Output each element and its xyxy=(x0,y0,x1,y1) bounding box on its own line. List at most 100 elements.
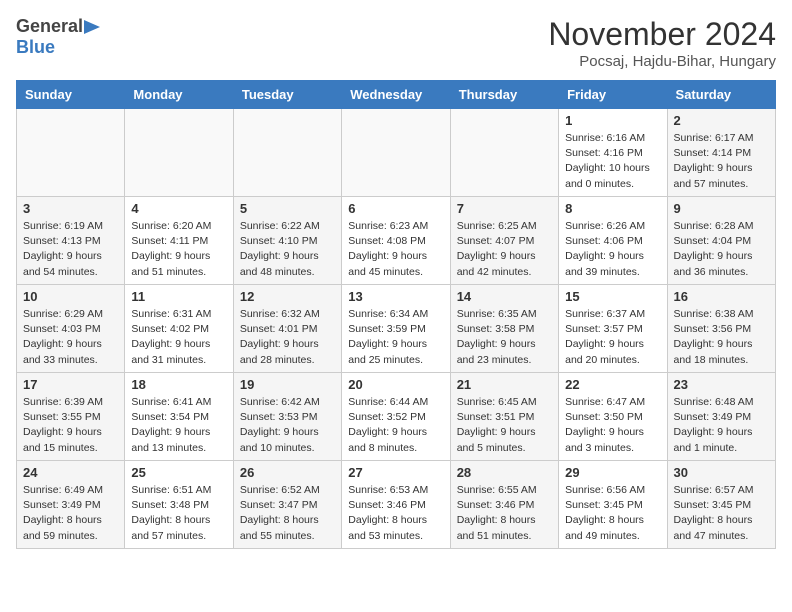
calendar-cell: 12 Sunrise: 6:32 AMSunset: 4:01 PMDayligh… xyxy=(233,285,341,373)
day-number: 17 xyxy=(23,377,118,392)
calendar-week-row: 10 Sunrise: 6:29 AMSunset: 4:03 PMDayligh… xyxy=(17,285,776,373)
calendar-cell xyxy=(342,109,450,197)
calendar-cell: 27 Sunrise: 6:53 AMSunset: 3:46 PMDayligh… xyxy=(342,461,450,549)
day-number: 11 xyxy=(131,289,226,304)
day-info: Sunrise: 6:20 AMSunset: 4:11 PMDaylight:… xyxy=(131,219,226,280)
day-number: 5 xyxy=(240,201,335,216)
column-header-wednesday: Wednesday xyxy=(342,81,450,109)
day-info: Sunrise: 6:32 AMSunset: 4:01 PMDaylight:… xyxy=(240,307,335,368)
calendar-cell: 5 Sunrise: 6:22 AMSunset: 4:10 PMDaylight… xyxy=(233,197,341,285)
column-header-tuesday: Tuesday xyxy=(233,81,341,109)
month-title: November 2024 xyxy=(548,16,776,53)
calendar-cell: 30Sunrise: 6:57 AMSunset: 3:45 PMDayligh… xyxy=(667,461,775,549)
day-info: Sunrise: 6:29 AMSunset: 4:03 PMDaylight:… xyxy=(23,307,118,368)
day-info: Sunrise: 6:48 AMSunset: 3:49 PMDaylight:… xyxy=(674,395,769,456)
calendar-cell: 22Sunrise: 6:47 AMSunset: 3:50 PMDayligh… xyxy=(559,373,667,461)
day-info: Sunrise: 6:53 AMSunset: 3:46 PMDaylight:… xyxy=(348,483,443,544)
day-info: Sunrise: 6:55 AMSunset: 3:46 PMDaylight:… xyxy=(457,483,552,544)
day-number: 30 xyxy=(674,465,769,480)
calendar-header-row: SundayMondayTuesdayWednesdayThursdayFrid… xyxy=(17,81,776,109)
calendar-cell: 24 Sunrise: 6:49 AMSunset: 3:49 PMDayligh… xyxy=(17,461,125,549)
day-number: 9 xyxy=(674,201,769,216)
calendar-cell: 3 Sunrise: 6:19 AMSunset: 4:13 PMDaylight… xyxy=(17,197,125,285)
page-header: General Blue November 2024 Pocsaj, Hajdu… xyxy=(16,16,776,70)
calendar-cell: 1 Sunrise: 6:16 AMSunset: 4:16 PMDaylight… xyxy=(559,109,667,197)
day-info: Sunrise: 6:45 AMSunset: 3:51 PMDaylight:… xyxy=(457,395,552,456)
calendar-cell: 18 Sunrise: 6:41 AMSunset: 3:54 PMDayligh… xyxy=(125,373,233,461)
day-number: 14 xyxy=(457,289,552,304)
location-subtitle: Pocsaj, Hajdu-Bihar, Hungary xyxy=(548,53,776,70)
day-info: Sunrise: 6:26 AMSunset: 4:06 PMDaylight:… xyxy=(565,219,660,280)
day-number: 26 xyxy=(240,465,335,480)
day-info: Sunrise: 6:17 AMSunset: 4:14 PMDaylight:… xyxy=(674,131,769,192)
calendar-week-row: 17 Sunrise: 6:39 AMSunset: 3:55 PMDayligh… xyxy=(17,373,776,461)
day-info: Sunrise: 6:49 AMSunset: 3:49 PMDaylight:… xyxy=(23,483,118,544)
calendar-cell: 25 Sunrise: 6:51 AMSunset: 3:48 PMDayligh… xyxy=(125,461,233,549)
calendar-week-row: 24 Sunrise: 6:49 AMSunset: 3:49 PMDayligh… xyxy=(17,461,776,549)
column-header-saturday: Saturday xyxy=(667,81,775,109)
logo-triangle-icon xyxy=(84,20,100,34)
calendar-cell: 15 Sunrise: 6:37 AMSunset: 3:57 PMDayligh… xyxy=(559,285,667,373)
day-number: 12 xyxy=(240,289,335,304)
column-header-friday: Friday xyxy=(559,81,667,109)
day-info: Sunrise: 6:42 AMSunset: 3:53 PMDaylight:… xyxy=(240,395,335,456)
day-number: 23 xyxy=(674,377,769,392)
calendar-week-row: 1 Sunrise: 6:16 AMSunset: 4:16 PMDaylight… xyxy=(17,109,776,197)
calendar-table: SundayMondayTuesdayWednesdayThursdayFrid… xyxy=(16,80,776,549)
day-number: 3 xyxy=(23,201,118,216)
day-info: Sunrise: 6:31 AMSunset: 4:02 PMDaylight:… xyxy=(131,307,226,368)
day-number: 25 xyxy=(131,465,226,480)
day-info: Sunrise: 6:34 AMSunset: 3:59 PMDaylight:… xyxy=(348,307,443,368)
calendar-cell xyxy=(125,109,233,197)
day-number: 1 xyxy=(565,113,660,128)
calendar-cell: 21Sunrise: 6:45 AMSunset: 3:51 PMDayligh… xyxy=(450,373,558,461)
day-info: Sunrise: 6:22 AMSunset: 4:10 PMDaylight:… xyxy=(240,219,335,280)
calendar-cell: 20 Sunrise: 6:44 AMSunset: 3:52 PMDayligh… xyxy=(342,373,450,461)
day-number: 27 xyxy=(348,465,443,480)
day-info: Sunrise: 6:41 AMSunset: 3:54 PMDaylight:… xyxy=(131,395,226,456)
day-number: 28 xyxy=(457,465,552,480)
day-number: 7 xyxy=(457,201,552,216)
calendar-cell: 7 Sunrise: 6:25 AMSunset: 4:07 PMDaylight… xyxy=(450,197,558,285)
logo-blue-text: Blue xyxy=(16,37,55,57)
calendar-cell: 23 Sunrise: 6:48 AMSunset: 3:49 PMDayligh… xyxy=(667,373,775,461)
day-info: Sunrise: 6:44 AMSunset: 3:52 PMDaylight:… xyxy=(348,395,443,456)
calendar-cell: 16Sunrise: 6:38 AMSunset: 3:56 PMDayligh… xyxy=(667,285,775,373)
day-number: 24 xyxy=(23,465,118,480)
day-info: Sunrise: 6:19 AMSunset: 4:13 PMDaylight:… xyxy=(23,219,118,280)
logo-general-text: General xyxy=(16,16,83,37)
day-info: Sunrise: 6:35 AMSunset: 3:58 PMDaylight:… xyxy=(457,307,552,368)
calendar-cell xyxy=(450,109,558,197)
day-number: 15 xyxy=(565,289,660,304)
day-number: 2 xyxy=(674,113,769,128)
calendar-cell: 26 Sunrise: 6:52 AMSunset: 3:47 PMDayligh… xyxy=(233,461,341,549)
day-number: 10 xyxy=(23,289,118,304)
calendar-cell: 4 Sunrise: 6:20 AMSunset: 4:11 PMDaylight… xyxy=(125,197,233,285)
day-number: 18 xyxy=(131,377,226,392)
day-number: 16 xyxy=(674,289,769,304)
calendar-cell: 14 Sunrise: 6:35 AMSunset: 3:58 PMDayligh… xyxy=(450,285,558,373)
day-number: 20 xyxy=(348,377,443,392)
day-number: 8 xyxy=(565,201,660,216)
day-info: Sunrise: 6:37 AMSunset: 3:57 PMDaylight:… xyxy=(565,307,660,368)
day-info: Sunrise: 6:23 AMSunset: 4:08 PMDaylight:… xyxy=(348,219,443,280)
calendar-cell: 8 Sunrise: 6:26 AMSunset: 4:06 PMDaylight… xyxy=(559,197,667,285)
day-info: Sunrise: 6:52 AMSunset: 3:47 PMDaylight:… xyxy=(240,483,335,544)
day-number: 4 xyxy=(131,201,226,216)
calendar-week-row: 3 Sunrise: 6:19 AMSunset: 4:13 PMDaylight… xyxy=(17,197,776,285)
calendar-cell: 10 Sunrise: 6:29 AMSunset: 4:03 PMDayligh… xyxy=(17,285,125,373)
calendar-cell: 19Sunrise: 6:42 AMSunset: 3:53 PMDayligh… xyxy=(233,373,341,461)
calendar-cell: 6 Sunrise: 6:23 AMSunset: 4:08 PMDaylight… xyxy=(342,197,450,285)
calendar-cell xyxy=(233,109,341,197)
calendar-cell: 13Sunrise: 6:34 AMSunset: 3:59 PMDayligh… xyxy=(342,285,450,373)
calendar-cell: 28 Sunrise: 6:55 AMSunset: 3:46 PMDayligh… xyxy=(450,461,558,549)
day-info: Sunrise: 6:39 AMSunset: 3:55 PMDaylight:… xyxy=(23,395,118,456)
calendar-cell: 2 Sunrise: 6:17 AMSunset: 4:14 PMDaylight… xyxy=(667,109,775,197)
day-info: Sunrise: 6:51 AMSunset: 3:48 PMDaylight:… xyxy=(131,483,226,544)
day-info: Sunrise: 6:25 AMSunset: 4:07 PMDaylight:… xyxy=(457,219,552,280)
day-number: 6 xyxy=(348,201,443,216)
day-info: Sunrise: 6:16 AMSunset: 4:16 PMDaylight:… xyxy=(565,131,660,192)
day-info: Sunrise: 6:28 AMSunset: 4:04 PMDaylight:… xyxy=(674,219,769,280)
calendar-cell: 17 Sunrise: 6:39 AMSunset: 3:55 PMDayligh… xyxy=(17,373,125,461)
logo: General Blue xyxy=(16,16,100,58)
